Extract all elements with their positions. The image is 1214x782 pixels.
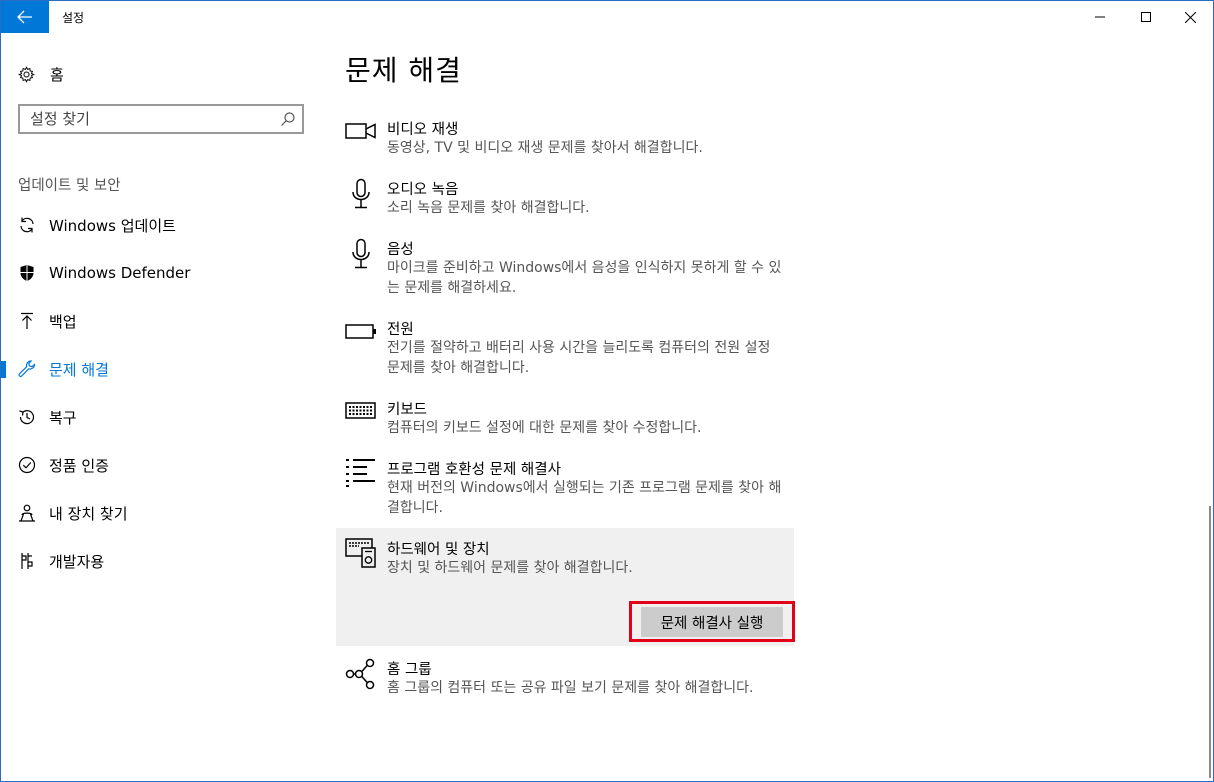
sidebar-item-label: 복구 [49, 408, 77, 427]
shield-icon [18, 263, 36, 283]
title-bar: 설정 [1, 1, 1213, 33]
troubleshooter-homegroup[interactable]: 홈 그룹 홈 그룹의 컴퓨터 또는 공유 파일 보기 문제를 찾아 해결합니다. [345, 658, 785, 728]
sidebar-item-label: 문제 해결 [49, 360, 109, 379]
minimize-button[interactable] [1077, 1, 1123, 33]
sidebar-item-troubleshoot[interactable]: 문제 해결 [1, 349, 321, 389]
item-title: 하드웨어 및 장치 [387, 542, 490, 558]
person-icon [18, 503, 36, 523]
sidebar-item-label: 내 장치 찾기 [49, 504, 128, 523]
settings-window: 설정 홈 업데이트 및 보안 Windows 업데이트 Windows De [0, 0, 1214, 782]
item-description: 소리 녹음 문제를 찾아 해결합니다. [387, 200, 590, 216]
back-button[interactable] [1, 1, 49, 33]
section-heading: 업데이트 및 보안 [18, 178, 121, 194]
sidebar-item-find-my-device[interactable]: 내 장치 찾기 [1, 493, 321, 533]
item-title: 프로그램 호환성 문제 해결사 [387, 462, 561, 478]
item-description: 전기를 절약하고 배터리 사용 시간을 늘리도록 컴퓨터의 전원 설정 문제를 … [387, 340, 771, 376]
home-label: 홈 [50, 65, 64, 84]
troubleshooter-keyboard[interactable]: 키보드 컴퓨터의 키보드 설정에 대한 문제를 찾아 수정합니다. [345, 398, 785, 448]
history-icon [18, 407, 36, 427]
troubleshooter-video-playback[interactable]: 비디오 재생 동영상, TV 및 비디오 재생 문제를 찾아서 해결합니다. [345, 118, 785, 168]
search-input[interactable] [20, 106, 280, 132]
maximize-button[interactable] [1123, 1, 1169, 33]
keyboard-icon [345, 398, 377, 428]
item-description: 장치 및 하드웨어 문제를 찾아 해결합니다. [387, 560, 633, 576]
item-title: 음성 [387, 242, 414, 258]
troubleshooter-program-compatibility[interactable]: 프로그램 호환성 문제 해결사 현재 버전의 Windows에서 실행되는 기존… [345, 458, 785, 528]
window-title: 설정 [62, 11, 85, 25]
troubleshooter-power[interactable]: 전원 전기를 절약하고 배터리 사용 시간을 늘리도록 컴퓨터의 전원 설정 문… [345, 318, 785, 388]
sidebar-item-label: Windows Defender [49, 264, 191, 282]
page-title: 문제 해결 [345, 54, 462, 87]
item-description: 현재 버전의 Windows에서 실행되는 기존 프로그램 문제를 찾아 해결합… [387, 480, 782, 516]
maximize-icon [1141, 12, 1151, 22]
video-camera-icon [345, 118, 377, 148]
item-title: 전원 [387, 322, 414, 338]
item-description: 컴퓨터의 키보드 설정에 대한 문제를 찾아 수정합니다. [387, 420, 702, 436]
sidebar-item-recovery[interactable]: 복구 [1, 397, 321, 437]
list-icon [345, 458, 377, 488]
check-circle-icon [18, 455, 36, 475]
search-icon[interactable] [280, 111, 296, 131]
homegroup-icon [345, 658, 377, 690]
microphone-icon [345, 238, 377, 269]
item-description: 동영상, TV 및 비디오 재생 문제를 찾아서 해결합니다. [387, 140, 703, 156]
close-icon [1184, 11, 1196, 23]
item-title: 비디오 재생 [387, 122, 459, 138]
item-title: 오디오 녹음 [387, 182, 459, 198]
minimize-icon [1095, 16, 1105, 18]
run-troubleshooter-button[interactable]: 문제 해결사 실행 [641, 607, 783, 637]
back-arrow-icon [17, 10, 32, 24]
item-description: 마이크를 준비하고 Windows에서 음성을 인식하지 못하게 할 수 있는 … [387, 260, 782, 296]
gear-icon [18, 65, 38, 83]
sidebar-item-label: 개발자용 [49, 552, 105, 571]
developer-icon [18, 551, 36, 571]
sidebar-item-developers[interactable]: 개발자용 [1, 541, 321, 581]
active-indicator [1, 361, 6, 378]
backup-arrow-icon [18, 311, 36, 331]
item-title: 홈 그룹 [387, 662, 432, 678]
troubleshooter-speech[interactable]: 음성 마이크를 준비하고 Windows에서 음성을 인식하지 못하게 할 수 … [345, 238, 785, 308]
sidebar-item-label: 정품 인증 [49, 456, 109, 475]
refresh-icon [18, 215, 36, 235]
search-box[interactable] [18, 104, 304, 134]
item-title: 키보드 [387, 402, 428, 418]
sidebar-item-backup[interactable]: 백업 [1, 301, 321, 341]
wrench-icon [18, 359, 36, 379]
item-description: 홈 그룹의 컴퓨터 또는 공유 파일 보기 문제를 찾아 해결합니다. [387, 680, 754, 696]
sidebar-item-activation[interactable]: 정품 인증 [1, 445, 321, 485]
sidebar-item-label: 백업 [49, 312, 77, 331]
troubleshooter-audio-recording[interactable]: 오디오 녹음 소리 녹음 문제를 찾아 해결합니다. [345, 178, 785, 228]
sidebar-item-windows-defender[interactable]: Windows Defender [1, 253, 321, 293]
hardware-icon [345, 538, 377, 568]
sidebar-item-label: Windows 업데이트 [49, 216, 176, 235]
sidebar-item-windows-update[interactable]: Windows 업데이트 [1, 205, 321, 245]
sidebar-home[interactable]: 홈 [18, 63, 64, 85]
troubleshooter-hardware-devices[interactable]: 하드웨어 및 장치 장치 및 하드웨어 문제를 찾아 해결합니다. [345, 538, 785, 588]
microphone-icon [345, 178, 377, 209]
close-button[interactable] [1167, 1, 1213, 33]
battery-icon [345, 318, 377, 348]
scrollbar-thumb[interactable] [1209, 506, 1211, 778]
